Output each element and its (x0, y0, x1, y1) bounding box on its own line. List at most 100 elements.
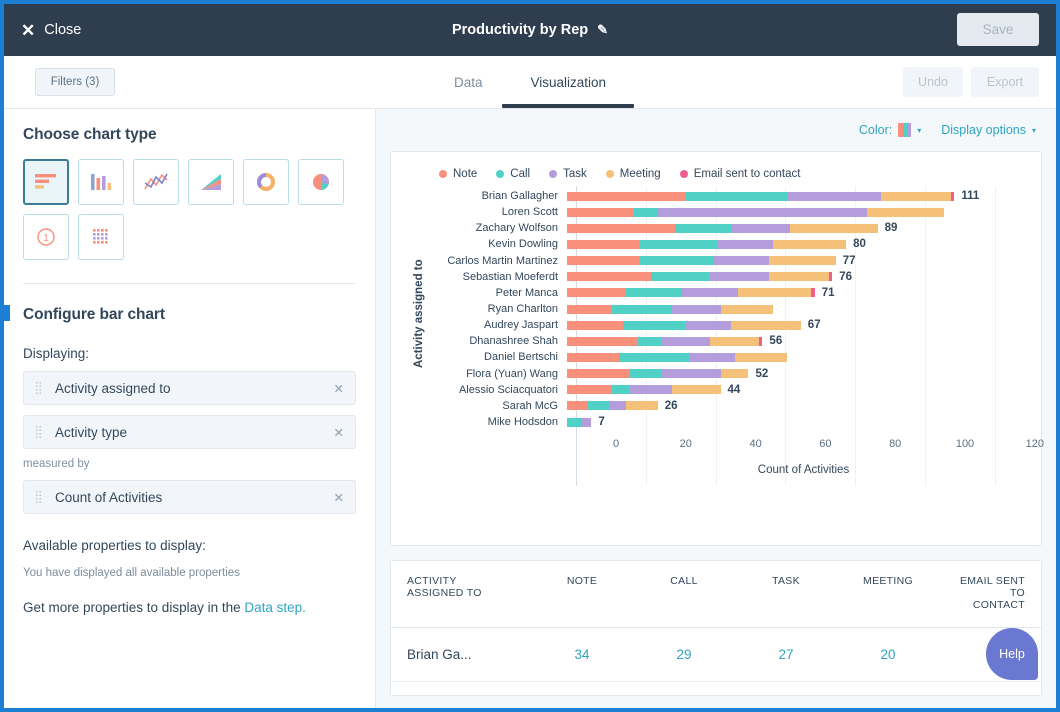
bar-segment-task[interactable] (657, 207, 868, 217)
drag-handle-icon[interactable] (35, 424, 42, 440)
stacked-bar[interactable] (567, 336, 763, 346)
tab-data[interactable]: Data (448, 56, 489, 108)
bar-segment-note[interactable] (567, 272, 651, 282)
bar-segment-meeting[interactable] (626, 401, 658, 411)
save-button[interactable]: Save (957, 13, 1039, 46)
bar-segment-meeting[interactable] (671, 385, 721, 395)
bar-segment-call[interactable] (567, 417, 581, 427)
stacked-bar[interactable] (567, 288, 815, 298)
bar-segment-meeting[interactable] (734, 352, 787, 362)
chart-bar-row[interactable]: Dhanashree Shah 56 (431, 333, 1031, 349)
table-cell-value[interactable]: 20 (837, 627, 939, 682)
chart-bar-row[interactable]: Mike Hodsdon 7 (431, 414, 1031, 430)
bar-segment-meeting[interactable] (772, 239, 847, 249)
stacked-bar[interactable] (567, 272, 833, 282)
bar-segment-note[interactable] (567, 352, 620, 362)
chart-bar-row[interactable]: Sebastian Moeferdt 76 (431, 269, 1031, 285)
bar-segment-call[interactable] (612, 385, 630, 395)
bar-segment-meeting[interactable] (731, 320, 801, 330)
bar-segment-meeting[interactable] (769, 272, 829, 282)
bar-segment-meeting[interactable] (769, 256, 836, 266)
remove-icon[interactable]: ✕ (328, 425, 344, 440)
bar-segment-email-sent-to-contact[interactable] (828, 272, 833, 282)
bar-segment-call[interactable] (626, 288, 683, 298)
stacked-bar[interactable] (567, 320, 801, 330)
bar-segment-call[interactable] (587, 401, 609, 411)
bar-segment-note[interactable] (567, 288, 627, 298)
bar-segment-task[interactable] (713, 256, 770, 266)
legend-item-email-sent-to-contact[interactable]: Email sent to contact (679, 168, 800, 180)
bar-segment-task[interactable] (661, 336, 711, 346)
bar-segment-email-sent-to-contact[interactable] (758, 336, 763, 346)
bar-segment-meeting[interactable] (867, 207, 944, 217)
bar-segment-task[interactable] (731, 223, 791, 233)
chart-bar-row[interactable]: Kevin Dowling 80 (431, 236, 1031, 252)
column-header-task[interactable]: TASK (735, 561, 837, 628)
chart-type-table[interactable] (78, 214, 124, 260)
bar-segment-note[interactable] (567, 191, 686, 201)
chart-bar-row[interactable]: Sarah McG 26 (431, 398, 1031, 414)
bar-segment-task[interactable] (661, 369, 721, 379)
column-header-note[interactable]: NOTE (531, 561, 633, 628)
bar-segment-meeting[interactable] (720, 369, 749, 379)
table-cell-value[interactable] (939, 681, 1041, 695)
edit-pencil-icon[interactable]: ✎ (597, 22, 608, 38)
chart-bar-row[interactable]: Flora (Yuan) Wang 52 (431, 366, 1031, 382)
stacked-bar[interactable] (567, 256, 836, 266)
bar-segment-note[interactable] (567, 385, 613, 395)
chart-bar-row[interactable]: Zachary Wolfson 89 (431, 220, 1031, 236)
color-picker-button[interactable]: Color: ▾ (859, 123, 921, 137)
chart-type-horizontal-bar[interactable] (23, 159, 69, 205)
column-header-call[interactable]: CALL (633, 561, 735, 628)
legend-item-task[interactable]: Task (549, 168, 587, 180)
bar-segment-call[interactable] (675, 223, 732, 233)
bar-segment-meeting[interactable] (710, 336, 759, 346)
bar-segment-task[interactable] (710, 272, 770, 282)
column-header-meeting[interactable]: MEETING (837, 561, 939, 628)
drag-handle-icon[interactable] (35, 489, 42, 505)
data-step-link[interactable]: Data step. (244, 600, 306, 615)
stacked-bar[interactable] (567, 239, 847, 249)
stacked-bar[interactable] (567, 401, 658, 411)
bar-segment-note[interactable] (567, 336, 637, 346)
table-row[interactable]: Loren Sc...1976022 (391, 681, 1041, 695)
column-header-activity-assigned-to[interactable]: ACTIVITY ASSIGNED TO (391, 561, 531, 628)
stacked-bar[interactable] (567, 352, 787, 362)
bar-segment-note[interactable] (567, 320, 623, 330)
table-cell-value[interactable]: 27 (735, 627, 837, 682)
property-chip-count-of-activities[interactable]: Count of Activities ✕ (23, 480, 356, 514)
table-cell-value[interactable]: 29 (633, 627, 735, 682)
chart-type-line[interactable] (133, 159, 179, 205)
bar-segment-call[interactable] (619, 352, 690, 362)
chart-type-area[interactable] (188, 159, 234, 205)
table-cell-value[interactable]: 22 (837, 681, 939, 695)
undo-button[interactable]: Undo (903, 67, 963, 97)
stacked-bar[interactable] (567, 304, 773, 314)
chart-bar-row[interactable]: Daniel Bertschi (431, 349, 1031, 365)
stacked-bar[interactable] (567, 191, 955, 201)
chart-type-vertical-bar[interactable] (78, 159, 124, 205)
chart-type-donut[interactable] (243, 159, 289, 205)
bar-segment-meeting[interactable] (790, 223, 878, 233)
bar-segment-note[interactable] (567, 239, 641, 249)
bar-segment-note[interactable] (567, 304, 613, 314)
bar-segment-call[interactable] (640, 256, 714, 266)
bar-segment-note[interactable] (567, 256, 641, 266)
table-cell-value[interactable]: 19 (531, 681, 633, 695)
property-chip-activity-type[interactable]: Activity type ✕ (23, 415, 356, 449)
column-header-email-sent-to-contact[interactable]: EMAIL SENT TO CONTACT (939, 561, 1041, 628)
chart-type-pie[interactable] (298, 159, 344, 205)
bar-segment-task[interactable] (608, 401, 627, 411)
remove-icon[interactable]: ✕ (328, 381, 344, 396)
bar-segment-task[interactable] (580, 417, 592, 427)
legend-item-meeting[interactable]: Meeting (605, 168, 661, 180)
bar-segment-call[interactable] (612, 304, 672, 314)
bar-segment-task[interactable] (689, 352, 735, 362)
table-cell-value[interactable]: 60 (735, 681, 837, 695)
chart-bar-row[interactable]: Brian Gallagher 111 (431, 188, 1031, 204)
bar-segment-call[interactable] (633, 207, 658, 217)
chart-bar-row[interactable]: Carlos Martin Martinez 77 (431, 253, 1031, 269)
bar-segment-call[interactable] (640, 239, 718, 249)
chart-bar-row[interactable]: Audrey Jaspart 67 (431, 317, 1031, 333)
bar-segment-meeting[interactable] (881, 191, 951, 201)
